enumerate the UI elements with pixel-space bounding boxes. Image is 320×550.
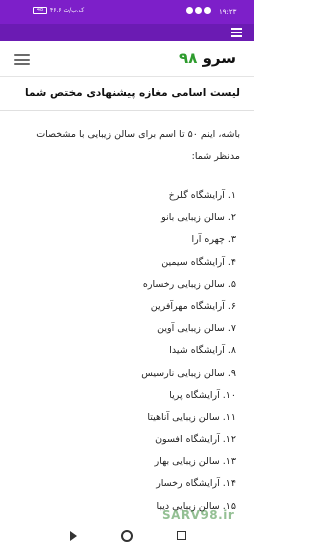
status-left: 48 ۴۶.۶ ک.ب/ث: [33, 7, 84, 14]
list-item: ۱۱. سالن زیبایی آناهیتا: [147, 411, 236, 423]
list-item: ۱. آرایشگاه گلرخ: [168, 190, 236, 201]
notification-icons: [186, 7, 211, 14]
names-list: ۱. آرایشگاه گلرخ ۲. سالن زیبایی بانو ۳. …: [36, 190, 236, 515]
status-bar: 48 ۴۶.۶ ک.ب/ث ۱۹:۲۳: [0, 0, 254, 24]
site-header: سرو ۹۸: [0, 41, 254, 77]
hamburger-menu-icon[interactable]: [14, 54, 30, 65]
article: لیست اسامی مغازه پیشنهادی مختص شما باشه،…: [0, 77, 254, 515]
network-speed: ۴۶.۶ ک.ب/ث: [50, 7, 85, 14]
clock: ۱۹:۲۳: [219, 8, 237, 16]
back-icon[interactable]: [70, 531, 77, 541]
menu-icon[interactable]: [231, 28, 242, 37]
list-item: ۸. آرایشگاه شیدا: [169, 345, 236, 357]
system-nav-bar: [0, 522, 254, 550]
list-item: ۵. سالن زیبایی رخساره: [142, 278, 236, 290]
list-item: ۱۲. آرایشگاه افسون: [155, 434, 236, 446]
list-item: ۱۳. سالن زیبایی بهار: [154, 456, 236, 468]
list-item: ۷. سالن زیبایی آوین: [157, 323, 236, 335]
notification-icon: [186, 7, 193, 14]
list-item: ۳. چهره آرا: [191, 234, 236, 246]
site-logo[interactable]: سرو ۹۸: [179, 49, 236, 67]
divider: [0, 110, 254, 111]
battery-icon: 48: [33, 7, 47, 14]
list-item: ۱۴. آرایشگاه رخسار: [156, 478, 236, 490]
list-item: ۹. سالن زیبایی نارسیس: [141, 367, 236, 379]
recent-apps-icon[interactable]: [177, 531, 186, 540]
home-icon[interactable]: [121, 530, 133, 542]
notification-icon: [195, 7, 202, 14]
page-title: لیست اسامی مغازه پیشنهادی مختص شما: [25, 87, 240, 99]
list-item: ۲. سالن زیبایی بانو: [161, 212, 236, 224]
site-topbar: [0, 24, 254, 41]
logo-number: ۹۸: [179, 49, 198, 67]
notification-icon: [204, 7, 211, 14]
list-item: ۱۰. آرایشگاه پریا: [169, 389, 236, 401]
list-item: ۴. آرایشگاه سیمین: [161, 256, 236, 268]
intro-text: باشه، اینم ۵۰ تا اسم برای سالن زیبایی با…: [36, 129, 240, 162]
list-item: ۶. آرایشگاه مهرآفرین: [150, 300, 236, 312]
logo-text: سرو: [202, 49, 236, 67]
watermark: SARV98.ir: [162, 508, 235, 522]
